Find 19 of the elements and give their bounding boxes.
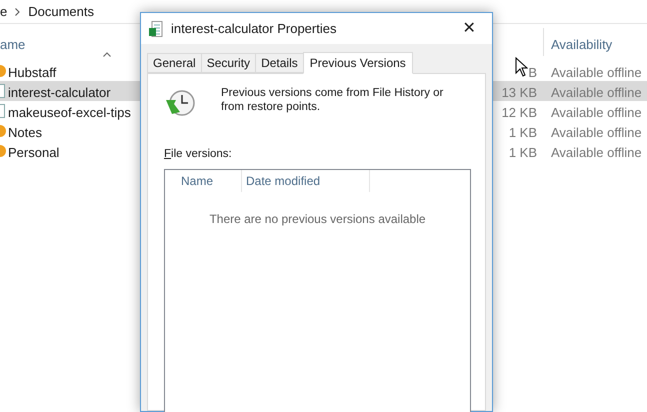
list-label: File versions: (164, 147, 232, 162)
file-size: B (528, 64, 537, 82)
info-text: Previous versions come from File History or from restore points. (221, 86, 444, 114)
availability-text: Available offline (551, 84, 642, 102)
file-size: 1 KB (508, 144, 537, 162)
availability-text: Available offline (551, 144, 642, 162)
file-name: Hubstaff (8, 64, 56, 82)
availability-text: Available offline (551, 64, 642, 82)
file-name: Personal (8, 144, 60, 162)
file-size: 1 KB (508, 124, 537, 142)
window-title: interest-calculator Properties (171, 20, 338, 38)
file-name: interest-calculator (8, 84, 111, 102)
empty-message: There are no previous versions available (208, 211, 427, 228)
file-size: 12 KB (502, 104, 537, 122)
file-size: 13 KB (502, 84, 537, 102)
file-name: makeuseof-excel-tips (8, 104, 131, 122)
file-name: Notes (8, 124, 42, 142)
availability-text: Available offline (551, 104, 642, 122)
availability-text: Available offline (551, 124, 642, 142)
